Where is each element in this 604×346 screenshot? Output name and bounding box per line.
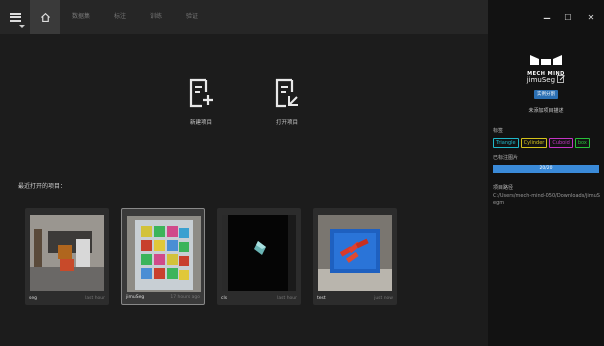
labels-title: 标签 xyxy=(493,128,504,134)
project-time: last hour xyxy=(277,296,297,301)
project-type-badge: 实例分割 xyxy=(534,90,558,99)
project-name: test xyxy=(317,296,326,301)
mech-mind-logo-icon xyxy=(530,55,562,65)
project-thumbnail xyxy=(30,215,104,291)
open-file-icon xyxy=(275,78,298,108)
annotated-images-title: 已标注图片 xyxy=(493,155,519,161)
project-path-value: C:/Users/mech-mind-050/Downloads/jimuSeg… xyxy=(493,193,600,206)
tab-validate[interactable]: 验证 xyxy=(174,0,210,34)
tab-train[interactable]: 训练 xyxy=(138,0,174,34)
project-name: jimuSeg xyxy=(126,295,145,300)
tab-home[interactable] xyxy=(30,0,60,34)
new-file-icon xyxy=(189,78,213,108)
new-project-action[interactable]: 新建项目 xyxy=(176,78,226,126)
project-time: 17 hours ago xyxy=(170,295,200,300)
dropdown-caret-icon xyxy=(19,25,25,28)
project-time: just now xyxy=(374,296,393,301)
project-thumbnail xyxy=(222,215,296,291)
open-project-label: 打开项目 xyxy=(275,120,298,126)
top-bar: 数据集 标注 训练 验证 xyxy=(0,0,488,34)
close-button[interactable]: ✕ xyxy=(577,0,604,34)
project-title-text: jimuSeg xyxy=(526,76,556,84)
menu-button[interactable] xyxy=(0,0,30,34)
recent-projects-title: 最近打开的项目： xyxy=(18,183,67,190)
label-tags: Triangle Cylinder Cuboid box xyxy=(493,138,590,148)
project-title: jimuSeg xyxy=(488,75,604,84)
project-description[interactable]: 未添加项目描述 xyxy=(488,107,604,114)
recent-project-card[interactable]: seg last hour xyxy=(25,208,109,305)
project-time: last hour xyxy=(85,296,105,301)
label-tag[interactable]: Triangle xyxy=(493,138,519,148)
project-thumbnail xyxy=(127,216,201,292)
project-info-panel: – ☐ ✕ MECH MIND jimuSeg 实例分割 未添加项目描述 标签 … xyxy=(488,0,604,346)
hamburger-icon xyxy=(9,12,21,22)
label-tag[interactable]: Cuboid xyxy=(549,138,573,148)
recent-project-card[interactable]: jimuSeg 17 hours ago xyxy=(121,208,205,305)
annotation-progress-bar: 20/20 xyxy=(493,165,599,173)
edit-icon[interactable] xyxy=(557,75,566,83)
project-name: cls xyxy=(221,296,228,301)
tab-dataset[interactable]: 数据集 xyxy=(60,0,102,34)
open-project-action[interactable]: 打开项目 xyxy=(262,78,312,126)
project-thumbnail xyxy=(318,215,392,291)
project-path-title: 项目路径 xyxy=(493,185,514,191)
app-window: 数据集 标注 训练 验证 新建项目 打开项目 最近打开的项目： seg last… xyxy=(0,0,604,346)
home-icon xyxy=(40,12,50,22)
recent-project-card[interactable]: cls last hour xyxy=(217,208,301,305)
label-tag[interactable]: box xyxy=(574,138,590,148)
project-name: seg xyxy=(29,296,37,301)
recent-project-card[interactable]: test just now xyxy=(313,208,397,305)
brand-logo: MECH MIND xyxy=(488,50,604,77)
new-project-label: 新建项目 xyxy=(189,120,212,126)
label-tag[interactable]: Cylinder xyxy=(520,138,548,148)
tab-annotate[interactable]: 标注 xyxy=(102,0,138,34)
